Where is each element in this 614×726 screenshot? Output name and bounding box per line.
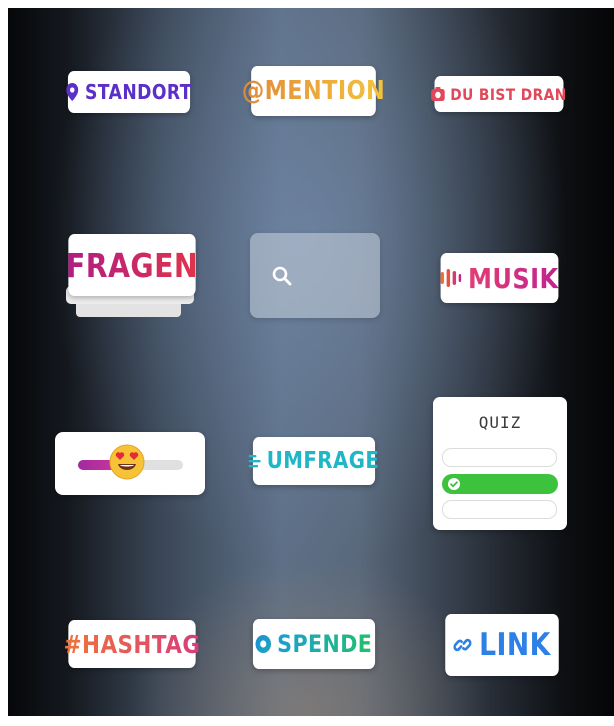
quiz-option[interactable] bbox=[442, 500, 557, 519]
link-sticker[interactable]: LINK bbox=[445, 614, 559, 676]
mention-sticker-label: @MENTION bbox=[241, 76, 386, 106]
donation-sticker-label: SPENDE bbox=[277, 630, 373, 658]
quiz-option[interactable] bbox=[442, 448, 557, 467]
quiz-sticker[interactable]: QUIZ bbox=[433, 397, 567, 530]
location-sticker[interactable]: STANDORT bbox=[66, 71, 192, 113]
questions-sticker-card: FRAGEN bbox=[65, 234, 199, 296]
questions-sticker-label: FRAGEN bbox=[65, 245, 199, 285]
search-icon bbox=[272, 266, 292, 286]
sticker-tray: STANDORT @MENTION DU BIST DRAN FRAGEN MU… bbox=[8, 8, 614, 716]
emoji-slider-sticker[interactable] bbox=[55, 432, 205, 495]
music-sticker-label: MUSIK bbox=[467, 261, 559, 295]
camera-icon bbox=[431, 87, 446, 101]
mention-sticker[interactable]: @MENTION bbox=[242, 66, 385, 116]
donation-icon bbox=[255, 635, 272, 653]
hashtag-sticker-label: #HASHTAG bbox=[63, 629, 201, 659]
sound-bars-icon bbox=[440, 269, 462, 287]
hashtag-sticker[interactable]: #HASHTAG bbox=[64, 620, 200, 668]
location-pin-icon bbox=[66, 83, 79, 101]
location-sticker-label: STANDORT bbox=[84, 80, 192, 104]
quiz-option-correct[interactable] bbox=[442, 474, 558, 494]
your-turn-sticker-label: DU BIST DRAN bbox=[450, 84, 567, 104]
quiz-title: QUIZ bbox=[478, 413, 522, 432]
music-sticker[interactable]: MUSIK bbox=[440, 253, 559, 303]
link-sticker-label: LINK bbox=[479, 627, 551, 663]
your-turn-sticker[interactable]: DU BIST DRAN bbox=[431, 76, 567, 112]
poll-lines-icon bbox=[248, 454, 261, 468]
donation-sticker[interactable]: SPENDE bbox=[252, 619, 376, 669]
check-icon bbox=[447, 477, 461, 496]
heart-eyes-emoji-icon[interactable] bbox=[109, 444, 145, 485]
poll-sticker-label: UMFRAGE bbox=[266, 448, 380, 474]
search-sticker[interactable] bbox=[250, 233, 380, 318]
poll-sticker[interactable]: UMFRAGE bbox=[248, 437, 379, 485]
link-icon bbox=[453, 634, 472, 656]
questions-sticker[interactable]: FRAGEN bbox=[58, 234, 206, 329]
